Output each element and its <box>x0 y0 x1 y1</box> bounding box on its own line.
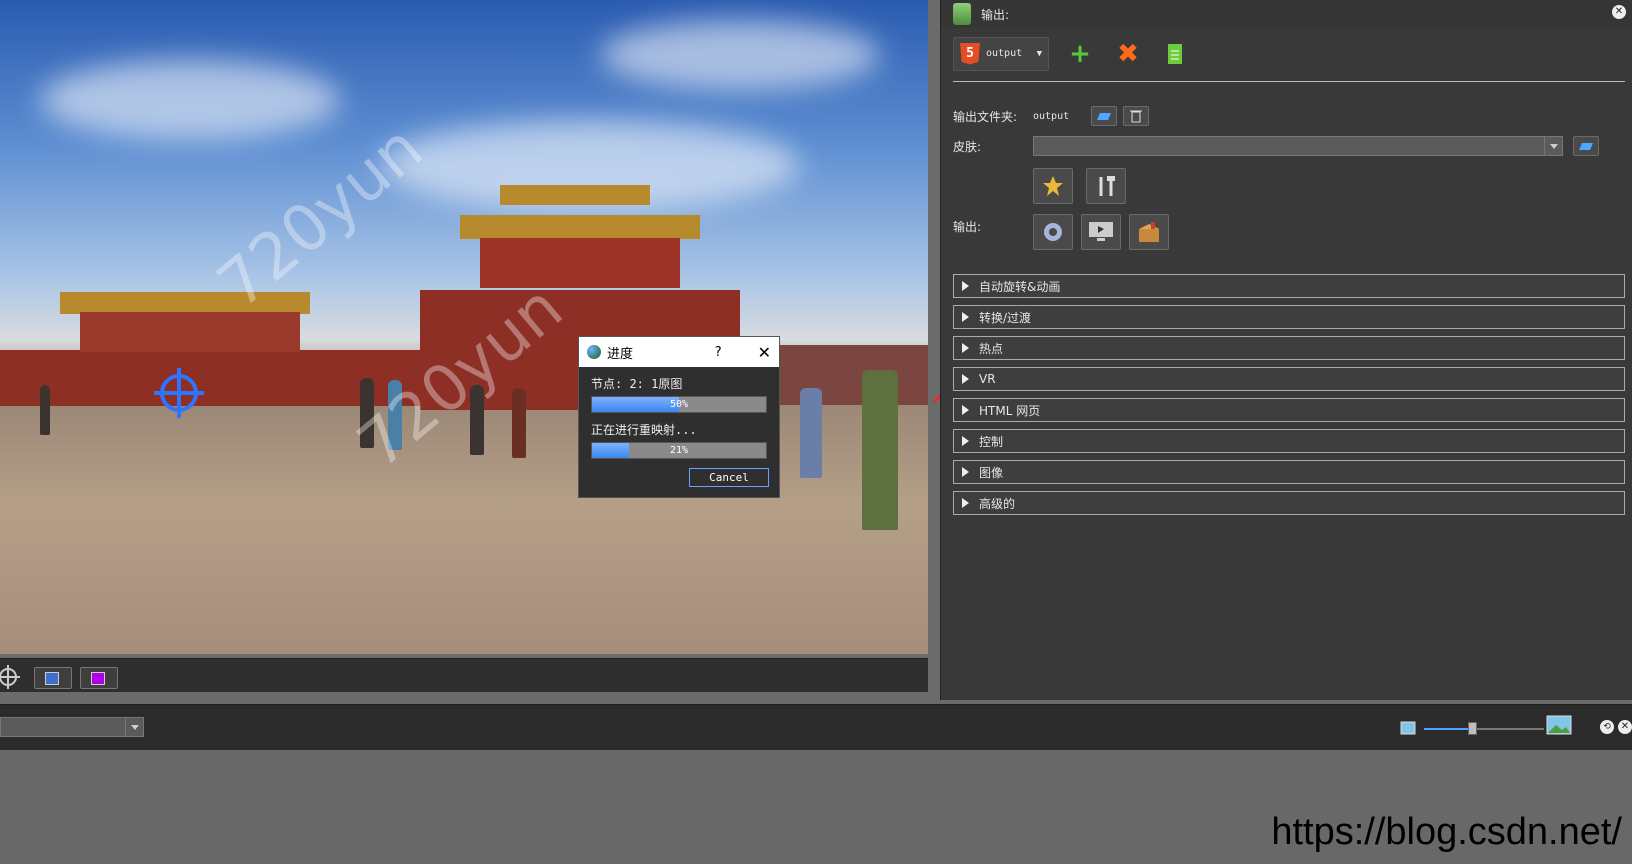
expand-triangle-icon <box>962 405 969 415</box>
expand-triangle-icon <box>962 436 969 446</box>
output-folder-label: 输出文件夹: <box>953 109 1018 124</box>
task-progress-text: 21% <box>669 445 689 456</box>
panel-header: 输出: <box>941 0 1632 28</box>
expand-triangle-icon <box>962 467 969 477</box>
panorama-viewport[interactable]: 720yun 720yun 进度 ? ✕ 节点: 2: 1原图 50% 正在进行… <box>0 0 928 654</box>
progress-dialog: 进度 ? ✕ 节点: 2: 1原图 50% 正在进行重映射... 21% Can… <box>578 336 780 498</box>
folder-open-icon[interactable] <box>1573 136 1599 156</box>
palace-wall <box>0 350 420 406</box>
large-image-icon <box>1546 715 1572 735</box>
plus-icon[interactable]: + <box>1063 37 1097 71</box>
close-icon[interactable]: ✕ <box>1618 720 1632 734</box>
panel-close-icon[interactable]: ✕ <box>1612 5 1626 19</box>
package-box-icon[interactable] <box>1129 214 1169 250</box>
task-label: 正在进行重映射... <box>591 423 697 437</box>
section-vr[interactable]: VR <box>953 367 1625 391</box>
section-label: 高级的 <box>979 496 1016 511</box>
section-control[interactable]: 控制 <box>953 429 1625 453</box>
section-advanced[interactable]: 高级的 <box>953 491 1625 515</box>
expand-triangle-icon <box>962 374 969 384</box>
skin-row: 皮肤: <box>953 136 1625 156</box>
restore-icon[interactable]: ⟲ <box>1600 720 1614 734</box>
remove-icon[interactable]: ✖ <box>1111 37 1145 71</box>
section-label: 控制 <box>979 434 1004 449</box>
preview-monitor-icon[interactable] <box>1081 214 1121 250</box>
crosshair-icon[interactable] <box>0 665 22 689</box>
skin-editor-icon[interactable] <box>1033 168 1073 204</box>
section-hotspots[interactable]: 热点 <box>953 336 1625 360</box>
section-label: HTML 网页 <box>979 403 1041 418</box>
sections-list: 自动旋转&动画 转换/过渡 热点 VR HTML 网页 控制 图像 高级的 <box>953 274 1625 515</box>
node-progress-bar: 50% <box>591 396 767 413</box>
output-panel: 输出: ✕ 5 output ▼ + ✖ 输出文件夹: output 皮肤: 输… <box>940 0 1632 700</box>
document-icon[interactable] <box>1159 37 1193 71</box>
output-folder-value: output <box>1033 110 1070 122</box>
section-label: 热点 <box>979 341 1004 356</box>
bottom-status-bar: ⟲ ✕ <box>0 704 1632 750</box>
expand-triangle-icon <box>962 343 969 353</box>
section-label: VR <box>979 372 996 386</box>
output-panel-icon <box>953 3 971 25</box>
color-swatch-button-1[interactable] <box>34 667 72 689</box>
dialog-title: 进度 <box>607 346 634 362</box>
section-label: 图像 <box>979 465 1004 480</box>
output-folder-row: 输出文件夹: output <box>953 106 1625 126</box>
chevron-down-icon <box>125 718 143 736</box>
color-swatch-1 <box>45 672 59 685</box>
section-label: 自动旋转&动画 <box>979 279 1061 294</box>
color-swatch-2 <box>91 672 105 685</box>
url-watermark: https://blog.csdn.net/ <box>1271 811 1622 853</box>
zoom-slider-thumb[interactable] <box>1468 722 1477 735</box>
gear-icon[interactable] <box>1033 214 1073 250</box>
section-images[interactable]: 图像 <box>953 460 1625 484</box>
section-label: 转换/过渡 <box>979 310 1032 325</box>
viewport-toolbar <box>0 658 928 692</box>
chevron-down-icon: ▼ <box>1036 48 1042 59</box>
node-label: 节点: 2: 1原图 <box>591 377 683 391</box>
empty-area: https://blog.csdn.net/ <box>0 750 1632 864</box>
skin-label: 皮肤: <box>953 139 982 154</box>
section-html[interactable]: HTML 网页 <box>953 398 1625 422</box>
section-autorotate[interactable]: 自动旋转&动画 <box>953 274 1625 298</box>
output-actions-label: 输出: <box>953 220 982 234</box>
crosshair-target-icon[interactable] <box>154 368 204 418</box>
cancel-button[interactable]: Cancel <box>689 468 769 487</box>
trash-icon[interactable] <box>1123 106 1149 126</box>
node-progress-text: 50% <box>669 399 689 410</box>
expand-triangle-icon <box>962 312 969 322</box>
app-logo-icon <box>587 345 601 359</box>
skin-select[interactable] <box>1033 136 1563 156</box>
color-swatch-button-2[interactable] <box>80 667 118 689</box>
small-image-icon <box>1400 721 1416 735</box>
section-transition[interactable]: 转换/过渡 <box>953 305 1625 329</box>
zoom-slider[interactable] <box>1424 722 1544 735</box>
chevron-down-icon <box>1544 137 1562 155</box>
skin-tool-buttons <box>1033 168 1625 204</box>
zoom-slider-fill <box>1424 728 1472 730</box>
close-icon[interactable]: ✕ <box>758 343 771 362</box>
dialog-titlebar: 进度 ? ✕ <box>579 337 779 367</box>
viewport-watermark: 720yun <box>204 111 437 323</box>
bottom-select[interactable] <box>0 717 144 737</box>
folder-open-icon[interactable] <box>1091 106 1117 126</box>
expand-triangle-icon <box>962 281 969 291</box>
panel-title: 输出: <box>981 7 1010 22</box>
html5-icon: 5 <box>960 42 980 65</box>
tools-icon[interactable] <box>1086 168 1127 204</box>
output-action-row: 输出: <box>953 214 1625 250</box>
help-button[interactable]: ? <box>715 345 722 360</box>
output-select-value: output <box>986 48 1023 59</box>
output-select[interactable]: 5 output ▼ <box>953 36 1049 71</box>
output-toolbar: 5 output ▼ + ✖ <box>953 34 1625 82</box>
expand-triangle-icon <box>962 498 969 508</box>
task-progress-bar: 21% <box>591 442 767 459</box>
